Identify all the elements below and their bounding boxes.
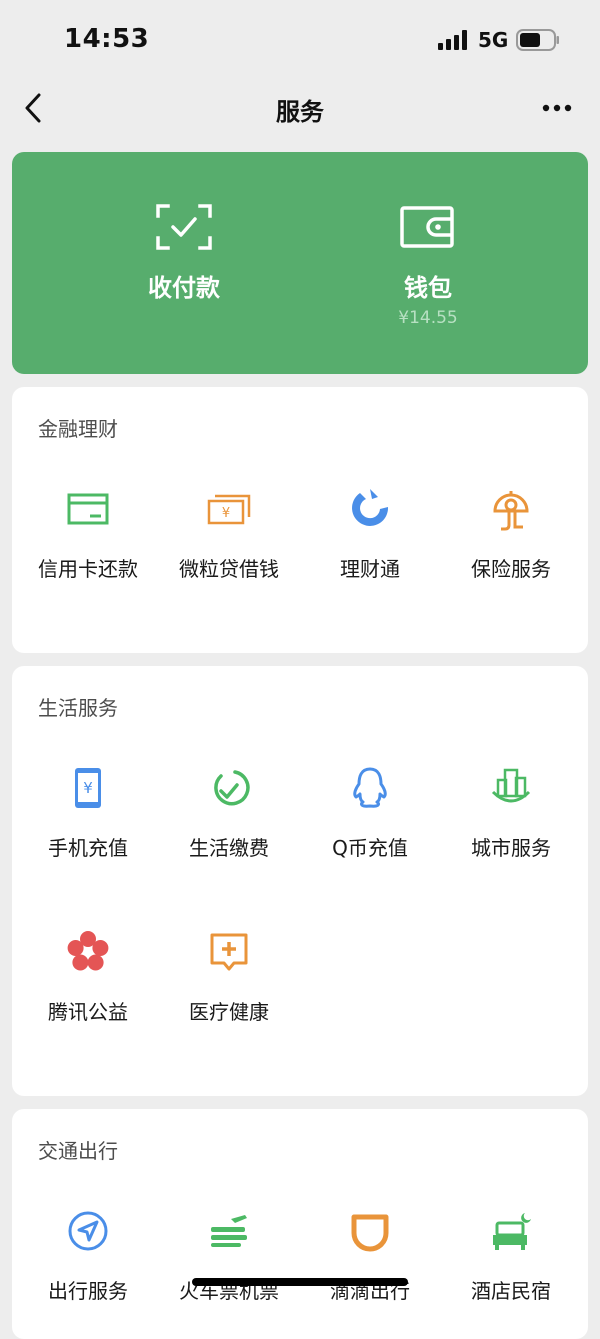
wallet-button[interactable]: 钱包 ¥14.55 — [328, 152, 528, 374]
item-label: 微粒贷借钱 — [179, 557, 279, 581]
qcoin-recharge-button[interactable]: Q币充值 — [299, 766, 441, 861]
item-label: 腾讯公益 — [48, 1000, 128, 1024]
payment-hero-card: 收付款 钱包 ¥14.55 — [12, 152, 588, 374]
wallet-icon — [400, 206, 454, 248]
licaitong-button[interactable]: 理财通 — [299, 487, 441, 582]
section-title-finance: 金融理财 — [38, 417, 118, 441]
weilidai-loan-button[interactable]: ¥ 微粒贷借钱 — [158, 487, 300, 582]
item-label: 保险服务 — [471, 557, 551, 581]
item-label: 手机充值 — [48, 836, 128, 860]
home-indicator[interactable] — [192, 1278, 408, 1286]
signal-strength-icon — [438, 30, 467, 50]
more-options-icon[interactable] — [542, 104, 572, 112]
city-services-button[interactable]: 城市服务 — [440, 766, 582, 861]
utility-payment-button[interactable]: 生活缴费 — [158, 766, 300, 861]
credit-card-repay-button[interactable]: 信用卡还款 — [17, 487, 159, 582]
navigation-arrow-icon — [68, 1211, 108, 1251]
item-label: 城市服务 — [471, 836, 551, 860]
battery-icon — [516, 29, 559, 51]
travel-services-button[interactable]: 出行服务 — [17, 1209, 159, 1304]
svg-text:¥: ¥ — [222, 506, 230, 521]
credit-card-icon — [67, 493, 109, 525]
hotel-homestay-button[interactable]: 酒店民宿 — [440, 1209, 582, 1304]
pay-receive-button[interactable]: 收付款 — [84, 152, 284, 374]
item-label: Q币充值 — [332, 836, 408, 860]
utility-bill-icon — [214, 770, 250, 806]
page-title: 服务 — [276, 98, 324, 126]
finance-section: 金融理财 信用卡还款 ¥ 微粒贷借钱 理财通 保险服务 — [12, 387, 588, 653]
charity-flower-icon — [67, 931, 109, 971]
pay-receive-label: 收付款 — [148, 274, 220, 302]
section-title-life: 生活服务 — [38, 696, 118, 720]
status-time: 14:53 — [64, 24, 150, 54]
svg-text:¥: ¥ — [83, 779, 93, 797]
loan-bills-icon: ¥ — [207, 494, 251, 525]
item-label: 信用卡还款 — [38, 557, 138, 581]
wealth-icon — [352, 489, 389, 526]
train-plane-icon — [211, 1215, 247, 1247]
wallet-label: 钱包 — [404, 274, 452, 302]
didi-icon — [351, 1214, 389, 1252]
city-icon — [491, 768, 531, 803]
hotel-bed-icon — [493, 1213, 531, 1250]
phone-recharge-button[interactable]: ¥ 手机充值 — [17, 766, 159, 861]
item-label: 医疗健康 — [189, 1000, 269, 1024]
wallet-balance: ¥14.55 — [398, 308, 458, 328]
didi-button[interactable]: 滴滴出行 — [299, 1209, 441, 1304]
life-services-section: 生活服务 ¥ 手机充值 生活缴费 Q币充值 城市服务 腾讯公益 医疗健康 — [12, 666, 588, 1096]
status-bar: 14:53 5G — [0, 0, 600, 80]
item-label: 酒店民宿 — [471, 1279, 551, 1303]
phone-recharge-icon: ¥ — [75, 768, 101, 808]
scan-check-icon — [156, 204, 212, 250]
item-label: 生活缴费 — [189, 836, 269, 860]
item-label: 理财通 — [340, 557, 400, 581]
medical-plus-icon — [210, 933, 248, 971]
tencent-charity-button[interactable]: 腾讯公益 — [17, 930, 159, 1025]
penguin-icon — [353, 767, 387, 808]
train-plane-tickets-button[interactable]: 火车票机票 — [158, 1209, 300, 1304]
transport-section: 交通出行 出行服务 火车票机票 滴滴出行 酒店民宿 — [12, 1109, 588, 1339]
nav-bar: 服务 — [0, 80, 600, 136]
insurance-icon — [493, 491, 529, 531]
medical-health-button[interactable]: 医疗健康 — [158, 930, 300, 1025]
insurance-button[interactable]: 保险服务 — [440, 487, 582, 582]
section-title-transport: 交通出行 — [38, 1139, 118, 1163]
item-label: 出行服务 — [48, 1279, 128, 1303]
network-type: 5G — [478, 28, 509, 52]
